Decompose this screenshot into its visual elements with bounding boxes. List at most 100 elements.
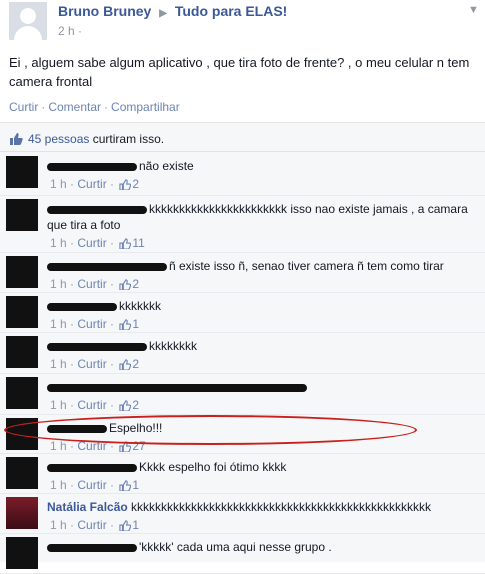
author-name[interactable]: Bruno Bruney [58,3,151,19]
comment-item: ñ existe isso ñ, senao tiver camera ñ te… [0,252,485,293]
share-button[interactable]: Compartilhar [111,100,180,114]
post-card: Bruno Bruney ▶ Tudo para ELAS! 2 h · ▼ E… [0,0,485,122]
comment-meta: 1 h · Curtir · 11 [50,236,145,250]
comment-time[interactable]: 1 h [50,478,67,492]
comment-item: kkkkkkkkkkkkkkkkkkkkkkk isso nao existe … [0,195,485,253]
comment-text: kkkkkkkkkkkkkkkkkkkkkkk isso nao existe … [47,201,477,233]
comment-time[interactable]: 1 h [50,277,67,291]
comment-time[interactable]: 1 h [50,236,67,250]
comment-meta: 1 h · Curtir · 1 [50,317,140,331]
comment-like-button[interactable]: Curtir [77,398,106,412]
comment-like-count[interactable]: 2 [132,357,139,371]
comment-button[interactable]: Comentar [48,100,101,114]
comment-like-button[interactable]: Curtir [77,236,106,250]
comment-text: Natália Falcão kkkkkkkkkkkkkkkkkkkkkkkkk… [47,499,477,515]
comment-item: Espelho!!! 1 h · Curtir · 27 [0,414,485,454]
comment-text: kkkkkkkk [47,338,477,354]
comment-meta: 1 h · Curtir · 2 [50,398,140,412]
arrow-right-icon: ▶ [159,8,167,19]
thumbs-up-icon [119,400,132,411]
commenter-avatar[interactable] [6,497,38,529]
comment-like-count[interactable]: 2 [132,177,139,191]
redacted-name [47,262,167,271]
comment-like-button[interactable]: Curtir [77,317,106,331]
likes-people-link[interactable]: 45 pessoas [28,132,89,146]
comment-meta: 1 h · Curtir · 1 [50,478,140,492]
commenter-avatar[interactable] [6,336,38,368]
comment-like-count[interactable]: 1 [132,478,139,492]
comment-meta: 1 h · Curtir · 2 [50,177,140,191]
thumbs-up-icon [119,319,132,330]
comment-like-button[interactable]: Curtir [77,277,106,291]
likes-suffix: curtiram isso. [92,132,165,146]
comment-like-count[interactable]: 2 [132,398,139,412]
thumbs-up-icon [119,238,132,249]
comment-like-count[interactable]: 1 [132,317,139,331]
redacted-name [47,543,137,552]
comment-body: 'kkkkk' cada uma aqui nesse grupo . [139,540,332,554]
comment-like-button[interactable]: Curtir [77,177,106,191]
commenter-avatar[interactable] [6,199,38,231]
redacted-name [47,424,107,433]
comment-meta: 1 h · Curtir · 1 [50,518,140,532]
comment-item: kkkkkkkk 1 h · Curtir · 2 [0,332,485,374]
comment-time[interactable]: 1 h [50,439,67,453]
comment-item: Kkkk espelho foi ótimo kkkk 1 h · Curtir … [0,453,485,494]
thumbs-up-icon [119,279,132,290]
redacted-name [47,383,307,392]
comment-like-count[interactable]: 27 [132,439,145,453]
comment-like-button[interactable]: Curtir [77,478,106,492]
commenter-avatar[interactable] [6,418,38,450]
thumbs-up-icon [119,179,132,190]
redacted-name [47,463,137,472]
redacted-name [47,162,137,171]
comment-text: Espelho!!! [47,420,477,436]
comment-text: não existe [47,158,477,174]
commenter-name[interactable]: Natália Falcão [47,500,128,514]
post-header: Bruno Bruney ▶ Tudo para ELAS! [58,3,287,19]
commenter-avatar[interactable] [6,377,38,409]
comment-item: Natália Falcão kkkkkkkkkkkkkkkkkkkkkkkkk… [0,493,485,534]
redacted-name [47,342,147,351]
comment-list: não existe 1 h · Curtir · 2 kkkkkkkkkkkkkk… [0,152,485,574]
post-time[interactable]: 2 h · [58,24,82,38]
post-text: Ei , alguem sabe algum aplicativo , que … [9,55,470,89]
comment-body: kkkkkkk [119,299,161,313]
comment-like-button[interactable]: Curtir [77,439,106,453]
comment-time[interactable]: 1 h [50,177,67,191]
commenter-avatar[interactable] [6,296,38,328]
chevron-down-icon[interactable]: ▼ [468,4,479,16]
commenter-avatar[interactable] [6,537,38,569]
comment-body: Espelho!!! [109,421,163,435]
redacted-name [47,302,117,311]
group-name[interactable]: Tudo para ELAS! [175,3,288,19]
comment-item: 1 h · Curtir · 2 [0,373,485,415]
comment-like-count[interactable]: 11 [132,236,144,250]
comment-body: Kkkk espelho foi ótimo kkkk [139,460,287,474]
comment-text: 'kkkkk' cada uma aqui nesse grupo . [47,539,477,555]
comment-time[interactable]: 1 h [50,518,67,532]
comment-item: kkkkkkk 1 h · Curtir · 1 [0,292,485,333]
redacted-name [47,205,147,214]
commenter-avatar[interactable] [6,457,38,489]
comment-item: não existe 1 h · Curtir · 2 [0,152,485,196]
comment-time[interactable]: 1 h [50,357,67,371]
comment-time[interactable]: 1 h [50,317,67,331]
comment-like-button[interactable]: Curtir [77,518,106,532]
post-actions: Curtir · Comentar · Compartilhar [9,100,180,114]
comment-meta: 1 h · Curtir · 2 [50,357,140,371]
comment-like-button[interactable]: Curtir [77,357,106,371]
comment-like-count[interactable]: 1 [132,518,139,532]
thumbs-up-icon [10,133,23,145]
author-avatar[interactable] [9,2,47,40]
globe-icon: · [78,24,83,38]
thumbs-up-icon [119,480,132,491]
comment-meta: 1 h · Curtir · 27 [50,439,146,453]
comment-time[interactable]: 1 h [50,398,67,412]
comment-body: kkkkkkkk [149,339,197,353]
like-button[interactable]: Curtir [9,100,38,114]
commenter-avatar[interactable] [6,156,38,188]
comment-body: kkkkkkkkkkkkkkkkkkkkkkkkkkkkkkkkkkkkkkkk… [131,500,432,514]
comment-like-count[interactable]: 2 [132,277,139,291]
commenter-avatar[interactable] [6,256,38,288]
